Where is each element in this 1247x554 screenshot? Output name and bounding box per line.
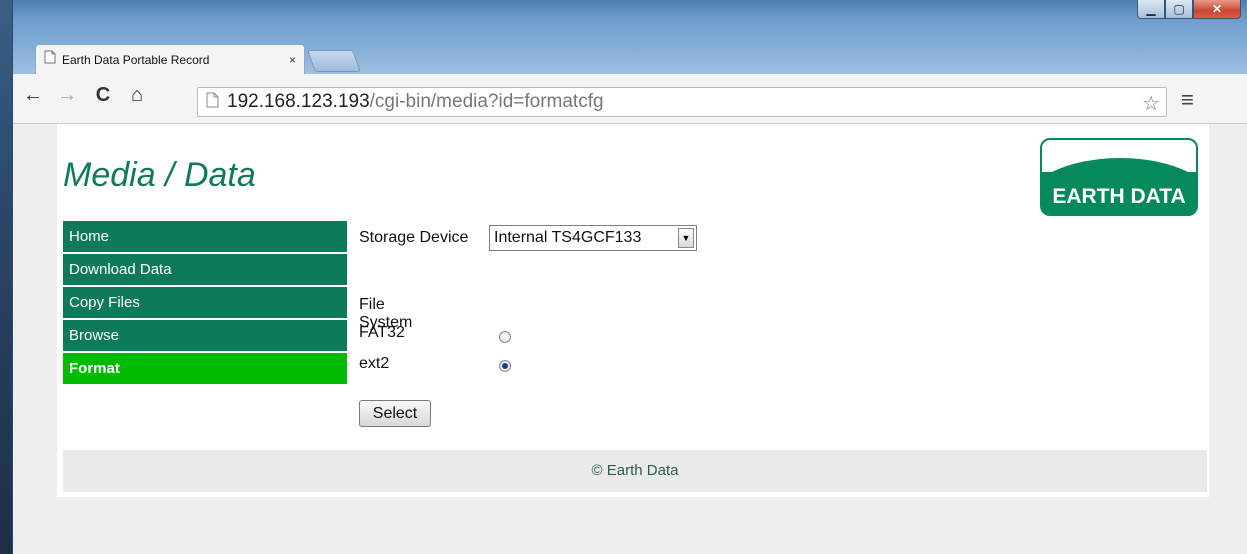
- page-viewport: Media / Data EARTH DATA Home Download Da…: [13, 124, 1247, 554]
- window-controls: ▁ ▢ ✕: [1137, 0, 1241, 22]
- browser-window: ▁ ▢ ✕ Earth Data Portable Record × ← → C…: [12, 0, 1247, 554]
- forward-icon[interactable]: →: [55, 84, 79, 107]
- page-icon: [206, 92, 219, 113]
- fat32-label: FAT32: [359, 324, 405, 341]
- url-path: /cgi-bin/media?id=formatcfg: [369, 91, 604, 112]
- browser-toolbar: ← → C ⌂ 192.168.123.193/cgi-bin/media?id…: [13, 74, 1247, 124]
- sidebar-item-download-data[interactable]: Download Data: [63, 254, 347, 285]
- menu-icon[interactable]: ≡: [1181, 87, 1194, 113]
- fat32-radio[interactable]: [499, 331, 511, 343]
- url-host: 192.168.123.193: [227, 91, 370, 112]
- sidebar-item-home[interactable]: Home: [63, 221, 347, 252]
- page-footer: © Earth Data: [63, 450, 1207, 492]
- minimize-button[interactable]: ▁: [1137, 0, 1165, 19]
- logo-text: EARTH DATA: [1052, 185, 1186, 208]
- dropdown-arrow-icon[interactable]: ▼: [678, 228, 694, 248]
- earth-data-logo: EARTH DATA: [1040, 138, 1198, 216]
- desktop-background: [0, 0, 12, 554]
- storage-device-label: Storage Device: [359, 229, 469, 246]
- browser-tab[interactable]: Earth Data Portable Record ×: [35, 44, 305, 74]
- address-url: 192.168.123.193/cgi-bin/media?id=formatc…: [227, 91, 604, 113]
- select-button[interactable]: Select: [359, 400, 431, 427]
- star-icon[interactable]: ☆: [1142, 91, 1160, 116]
- ext2-radio[interactable]: [499, 360, 511, 372]
- reload-icon[interactable]: C: [91, 84, 115, 107]
- address-bar[interactable]: 192.168.123.193/cgi-bin/media?id=formatc…: [197, 87, 1167, 117]
- maximize-button[interactable]: ▢: [1165, 0, 1193, 19]
- page-icon: [44, 50, 56, 69]
- new-tab-button[interactable]: [306, 50, 362, 72]
- back-icon[interactable]: ←: [21, 84, 45, 107]
- sidebar-item-browse[interactable]: Browse: [63, 320, 347, 351]
- home-icon[interactable]: ⌂: [125, 84, 149, 107]
- tab-title: Earth Data Portable Record: [62, 52, 210, 67]
- ext2-label: ext2: [359, 355, 390, 372]
- tab-close-icon[interactable]: ×: [289, 53, 296, 67]
- sidebar-item-format[interactable]: Format: [63, 353, 347, 384]
- page-title: Media / Data: [63, 156, 256, 194]
- sidebar-nav: Home Download Data Copy Files Browse For…: [63, 221, 347, 386]
- storage-device-value: Internal TS4GCF133: [494, 229, 642, 246]
- close-window-button[interactable]: ✕: [1193, 0, 1241, 19]
- sidebar-item-copy-files[interactable]: Copy Files: [63, 287, 347, 318]
- storage-device-select[interactable]: Internal TS4GCF133 ▼: [489, 225, 697, 251]
- page-container: Media / Data EARTH DATA Home Download Da…: [57, 124, 1209, 497]
